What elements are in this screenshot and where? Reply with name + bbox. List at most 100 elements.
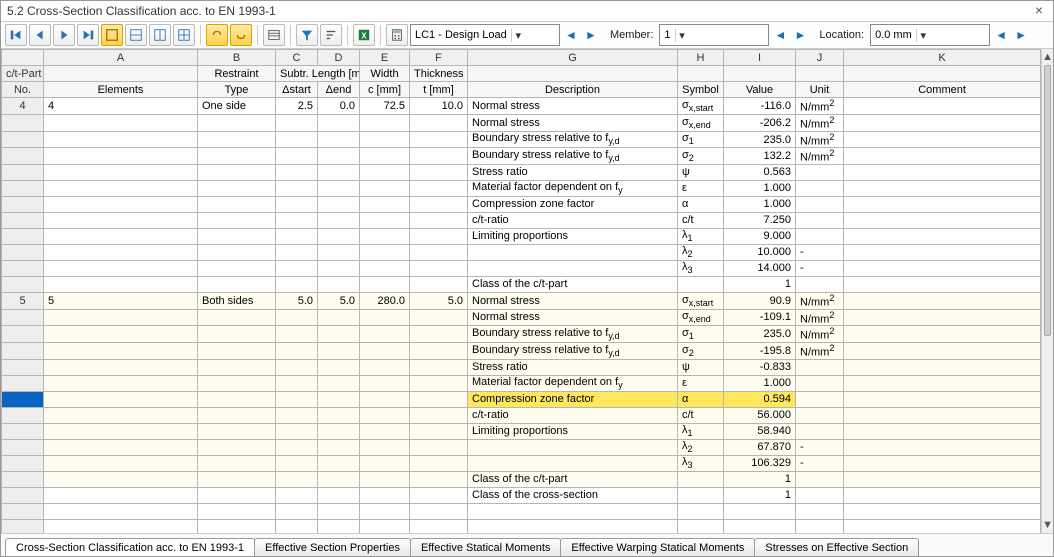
cell[interactable] — [844, 407, 1041, 423]
cell[interactable] — [844, 503, 1041, 519]
tool-highlight-icon[interactable] — [101, 24, 123, 46]
column-header[interactable]: t [mm] — [410, 82, 468, 98]
row-header[interactable] — [2, 244, 44, 260]
cell[interactable] — [276, 487, 318, 503]
loadcase-combo[interactable]: LC1 - Design Load ▾ — [410, 24, 560, 46]
cell[interactable] — [276, 228, 318, 244]
table-row[interactable]: c/t-ratioc/t56.000 — [2, 407, 1041, 423]
cell[interactable] — [796, 212, 844, 228]
tool-grid3-icon[interactable] — [173, 24, 195, 46]
cell[interactable] — [844, 326, 1041, 343]
cell[interactable] — [276, 309, 318, 326]
cell[interactable]: 106.329 — [724, 455, 796, 471]
cell[interactable] — [44, 196, 198, 212]
tool-sort-icon[interactable] — [320, 24, 342, 46]
cell[interactable] — [44, 407, 198, 423]
cell[interactable] — [360, 212, 410, 228]
table-row[interactable] — [2, 519, 1041, 533]
cell[interactable] — [724, 503, 796, 519]
cell[interactable] — [678, 503, 724, 519]
cell[interactable] — [844, 439, 1041, 455]
column-header[interactable]: Restraint — [198, 66, 276, 82]
cell[interactable] — [410, 309, 468, 326]
cell[interactable] — [360, 309, 410, 326]
cell[interactable] — [844, 309, 1041, 326]
cell[interactable]: N/mm2 — [796, 292, 844, 309]
cell[interactable] — [198, 115, 276, 132]
cell[interactable] — [360, 375, 410, 391]
cell[interactable] — [198, 423, 276, 439]
column-letter[interactable]: A — [44, 50, 198, 66]
cell[interactable] — [796, 375, 844, 391]
cell[interactable] — [318, 342, 360, 359]
sheet-tab[interactable]: Effective Section Properties — [254, 538, 411, 556]
cell[interactable]: N/mm2 — [796, 148, 844, 165]
cell[interactable]: Boundary stress relative to fy,d — [468, 148, 678, 165]
cell[interactable]: σ1 — [678, 131, 724, 148]
cell[interactable] — [360, 503, 410, 519]
cell[interactable] — [360, 244, 410, 260]
cell[interactable]: ψ — [678, 359, 724, 375]
column-letter[interactable]: I — [724, 50, 796, 66]
cell[interactable] — [44, 164, 198, 180]
cell[interactable] — [198, 260, 276, 276]
cell[interactable]: Normal stress — [468, 292, 678, 309]
cell[interactable] — [44, 276, 198, 292]
column-letter[interactable]: E — [360, 50, 410, 66]
cell[interactable] — [844, 276, 1041, 292]
table-row[interactable]: λ3106.329- — [2, 455, 1041, 471]
table-row[interactable]: Material factor dependent on fyε1.000 — [2, 180, 1041, 196]
cell[interactable] — [360, 359, 410, 375]
cell[interactable]: 9.000 — [724, 228, 796, 244]
row-header[interactable] — [2, 212, 44, 228]
loadcase-next-icon[interactable]: ► — [582, 24, 600, 46]
cell[interactable]: 235.0 — [724, 131, 796, 148]
cell[interactable] — [468, 455, 678, 471]
cell[interactable]: Limiting proportions — [468, 228, 678, 244]
sheet-tab[interactable]: Effective Warping Statical Moments — [560, 538, 755, 556]
column-header[interactable]: c/t-Part — [2, 66, 44, 82]
table-row[interactable]: Compression zone factorα0.594 — [2, 391, 1041, 407]
sheet-tab[interactable]: Effective Statical Moments — [410, 538, 561, 556]
column-header[interactable]: Unit — [796, 82, 844, 98]
cell[interactable] — [318, 326, 360, 343]
cell[interactable] — [844, 98, 1041, 115]
cell[interactable] — [318, 375, 360, 391]
cell[interactable]: 72.5 — [360, 98, 410, 115]
column-header[interactable] — [678, 66, 724, 82]
cell[interactable]: ψ — [678, 164, 724, 180]
cell[interactable] — [844, 423, 1041, 439]
cell[interactable] — [360, 164, 410, 180]
cell[interactable] — [276, 407, 318, 423]
cell[interactable]: 1.000 — [724, 180, 796, 196]
column-header[interactable]: Δstart — [276, 82, 318, 98]
tool-grid2-icon[interactable] — [149, 24, 171, 46]
row-header[interactable] — [2, 180, 44, 196]
column-header[interactable]: Symbol — [678, 82, 724, 98]
cell[interactable] — [796, 391, 844, 407]
cell[interactable] — [410, 326, 468, 343]
cell[interactable]: σx,end — [678, 115, 724, 132]
column-letter[interactable]: F — [410, 50, 468, 66]
cell[interactable]: N/mm2 — [796, 115, 844, 132]
cell[interactable]: 132.2 — [724, 148, 796, 165]
cell[interactable]: σx,start — [678, 98, 724, 115]
cell[interactable] — [360, 407, 410, 423]
cell[interactable] — [410, 276, 468, 292]
cell[interactable]: -0.833 — [724, 359, 796, 375]
row-header[interactable] — [2, 359, 44, 375]
tool-first-icon[interactable] — [5, 24, 27, 46]
cell[interactable] — [360, 326, 410, 343]
cell[interactable]: - — [796, 260, 844, 276]
tool-prev-icon[interactable] — [29, 24, 51, 46]
cell[interactable]: 0.563 — [724, 164, 796, 180]
cell[interactable] — [198, 148, 276, 165]
tool-last-icon[interactable] — [77, 24, 99, 46]
column-letter[interactable]: D — [318, 50, 360, 66]
cell[interactable] — [276, 148, 318, 165]
cell[interactable]: σ2 — [678, 148, 724, 165]
column-letter[interactable]: H — [678, 50, 724, 66]
table-row[interactable]: Boundary stress relative to fy,dσ2-195.8… — [2, 342, 1041, 359]
cell[interactable] — [678, 487, 724, 503]
cell[interactable]: Boundary stress relative to fy,d — [468, 131, 678, 148]
